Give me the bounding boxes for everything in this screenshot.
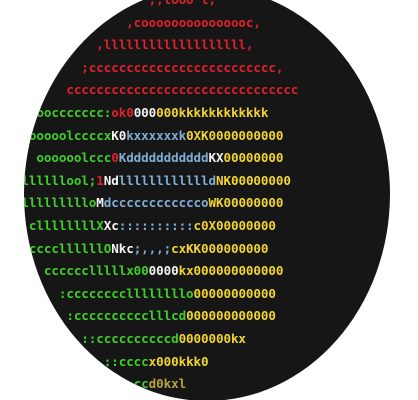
ascii-art-line: ::ccccccccccd0000000kx	[24, 328, 390, 351]
ascii-art-segment: 00000000	[223, 150, 284, 166]
ascii-art-segment: cllllllllX	[28, 217, 104, 233]
ascii-art-segment: dcccccccccccco	[103, 195, 209, 211]
ascii-art-segment: Kddddddddddd	[118, 150, 209, 166]
ascii-art-segment: kx000000000000	[178, 263, 284, 279]
ascii-art-text: ;,looo l; ,cooooooooooooooc, ,llllllllll…	[24, 0, 390, 396]
ascii-art-line: ;,looo l;	[24, 0, 390, 12]
ascii-art-segment: 0XK0000000000	[186, 127, 284, 143]
ascii-art-line: :cccccccccclllcd000000000000	[24, 305, 390, 328]
ascii-art-segment: 000000000000	[186, 308, 276, 324]
ascii-art-segment: cxKK000000000	[171, 240, 269, 256]
ascii-art-segment: 000kkkkkkkkkkkk	[156, 104, 269, 120]
ascii-art-line: ,cooooooooooooooc,	[24, 12, 390, 35]
ascii-art-segment: llllllool;	[24, 172, 97, 188]
ascii-art-segment: Nkc	[111, 240, 134, 256]
ascii-art-line: ccccccccccccccccccccccccccccccc	[24, 79, 390, 102]
ascii-art-segment: lllllllllo	[24, 195, 97, 211]
ascii-art-segment: cc	[133, 376, 149, 392]
ascii-art-segment: ;,,,;	[133, 240, 172, 256]
ascii-art-segment: ok0	[111, 104, 134, 120]
ascii-art-segment: 0000	[148, 263, 179, 279]
ascii-art-segment: K0	[111, 127, 127, 143]
ascii-art-line: cccccclllllx000000kx000000000000	[24, 260, 390, 283]
ascii-art-segment: ccccccccccccccccccccccccccccccc	[24, 82, 314, 98]
ascii-art-line: ,lllllllllllllllllll,	[24, 34, 390, 57]
ascii-art-segment: M	[96, 195, 104, 211]
ascii-art-segment: ;,looo l;	[24, 0, 306, 7]
ascii-art-segment: ::cccc	[103, 353, 149, 369]
ascii-art-segment: ::::::::::	[118, 217, 194, 233]
ascii-art-segment: Nd	[103, 172, 119, 188]
ascii-art-segment: c0X00000000	[193, 217, 276, 233]
ascii-art-segment: ,cooooooooooooooc,	[24, 14, 321, 30]
ascii-art-segment: ,lllllllllllllllllll,	[24, 37, 321, 53]
ascii-art-segment: WK00000000	[208, 195, 284, 211]
ascii-art-segment: ccccllllllO	[28, 240, 112, 256]
ascii-art-segment: 000	[133, 104, 157, 120]
ascii-art-segment: d0kxl	[148, 376, 187, 392]
ascii-art-segment: KX	[208, 150, 224, 166]
ascii-art-line: ::ccccx000kkk0	[24, 351, 390, 374]
ascii-art-line: ccccllllllONkc;,,,;cxKK000000000	[24, 238, 390, 261]
ascii-art-segment: lllllllllllld	[118, 172, 217, 188]
ascii-art-segment: 00000000000	[193, 285, 276, 301]
ascii-art-line: ccd0kxl	[24, 373, 390, 396]
ascii-art-line: :ccccccccllllllllo00000000000	[24, 283, 390, 306]
ascii-art-line: ooooolccccxK0kxxxxxxk0XK0000000000	[24, 125, 390, 148]
ascii-art-line: oooooolccc0KdddddddddddKX00000000	[24, 147, 390, 170]
ascii-art-segment: ::ccccccccccd	[81, 330, 179, 346]
ascii-art-circle: ;,looo l; ,cooooooooooooooc, ,llllllllll…	[24, 0, 390, 400]
ascii-art-segment: cccccclllllx00	[43, 263, 149, 279]
ascii-art-line: llllllool;1NdlllllllllllldNK00000000	[24, 170, 390, 193]
ascii-art-segment: oooooolccc	[36, 150, 112, 166]
page: ;,looo l; ,cooooooooooooooc, ,llllllllll…	[0, 0, 418, 400]
ascii-art-segment: 0000000kx	[178, 330, 246, 346]
ascii-art-segment: 1	[96, 172, 104, 188]
ascii-art-segment: x000kkk0	[148, 353, 209, 369]
ascii-art-segment: :ccccccccllllllllo	[58, 285, 194, 301]
ascii-art-segment: 0	[111, 150, 119, 166]
ascii-art-segment: Xc	[103, 217, 119, 233]
ascii-art-segment: ooooolccccx	[28, 127, 112, 143]
ascii-art-line: ooccccccc:ok0000000kkkkkkkkkkkk	[24, 102, 390, 125]
ascii-art-line: llllllllloMdccccccccccccoWK00000000	[24, 192, 390, 215]
ascii-art-segment: ;ccccccccccccccccccccccccc,	[24, 59, 321, 75]
ascii-art-segment: :cccccccccclllcd	[66, 308, 187, 324]
ascii-art-segment: kxxxxxxk	[126, 127, 187, 143]
ascii-art-line: cllllllllXXc::::::::::c0X00000000	[24, 215, 390, 238]
ascii-art-segment: NK00000000	[216, 172, 291, 188]
ascii-art-line: ;ccccccccccccccccccccccccc,	[24, 57, 390, 80]
ascii-art-segment: ooccccccc:	[36, 104, 112, 120]
